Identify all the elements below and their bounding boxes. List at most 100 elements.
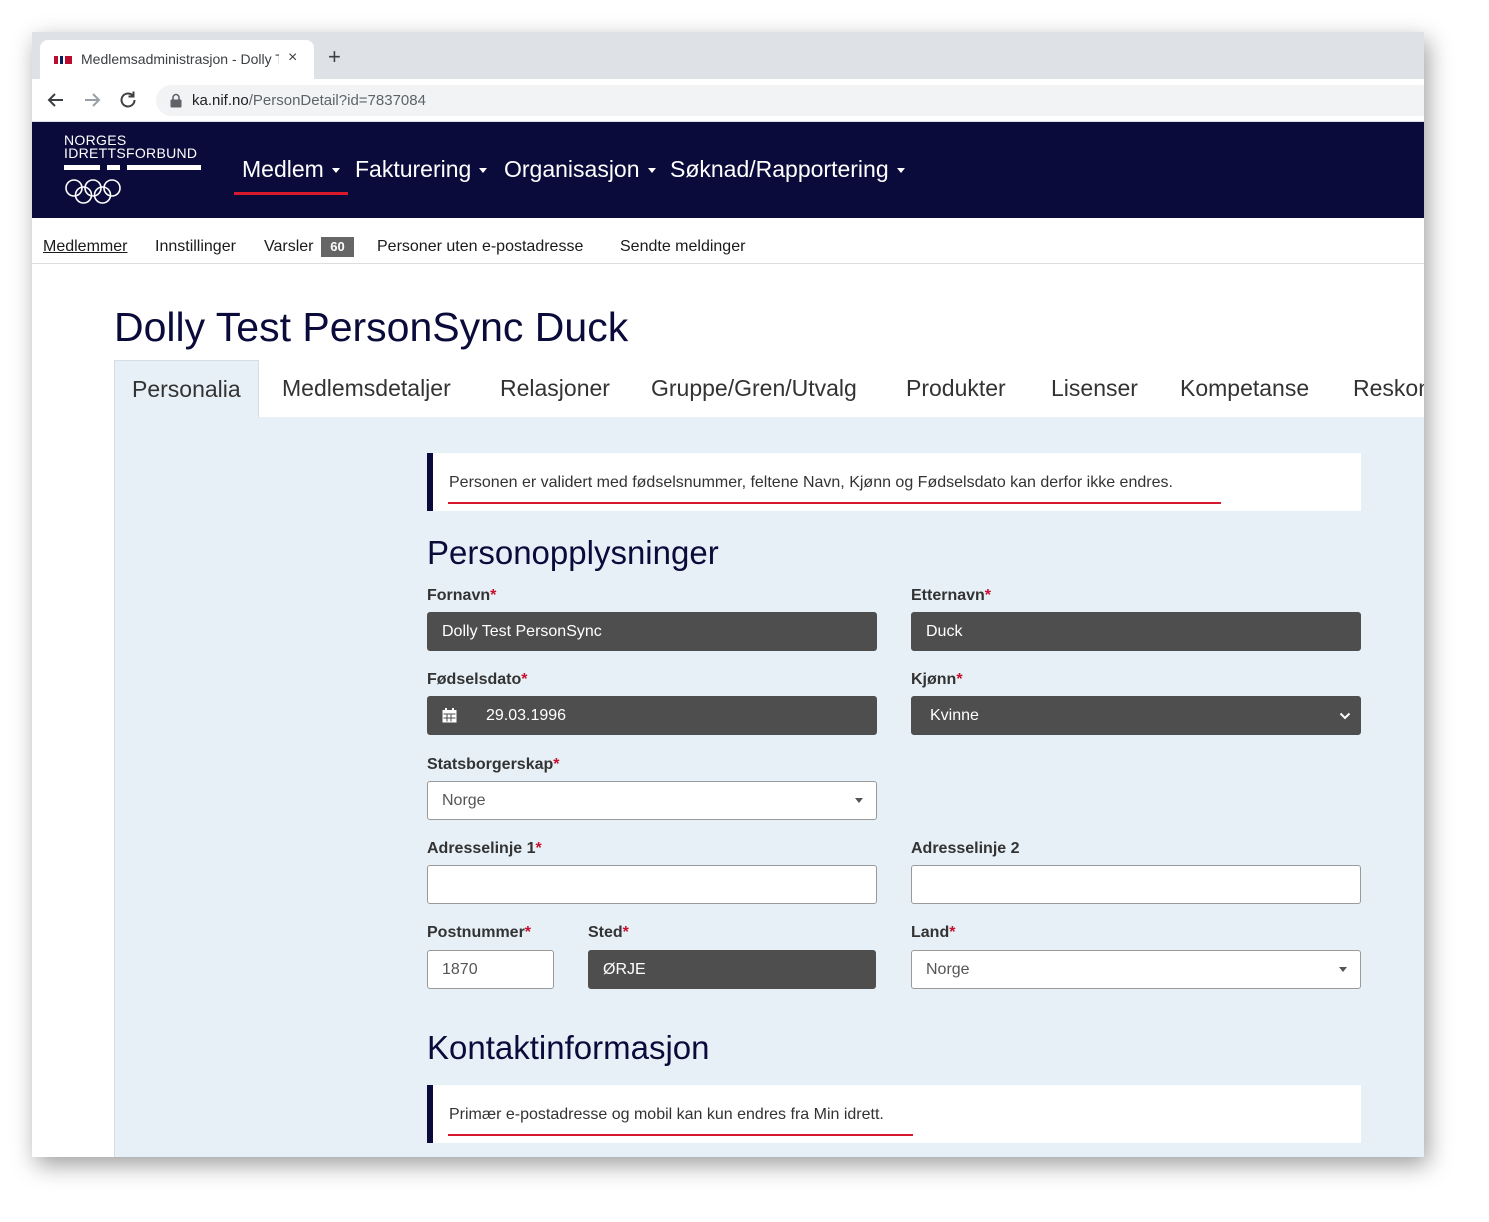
favicon-icon (54, 56, 72, 64)
required-mark: * (949, 924, 956, 941)
forward-arrow-icon[interactable] (80, 88, 104, 112)
nav-soknad-rapportering[interactable]: Søknad/Rapportering (670, 156, 905, 183)
nav-medlem-label: Medlem (242, 156, 324, 182)
statsborgerskap-label: Statsborgerskap* (427, 756, 560, 774)
section-kontaktinformasjon: Kontaktinformasjon (427, 1029, 710, 1066)
nav-fakturering[interactable]: Fakturering (355, 156, 488, 183)
browser-tab[interactable]: Medlemsadministrasjon - Dolly Test × (40, 40, 314, 79)
kjonn-label-text: Kjønn (911, 671, 957, 688)
person-tabs: Personalia Medlemsdetaljer Relasjoner Gr… (114, 360, 1424, 417)
required-mark: * (956, 671, 963, 688)
etternavn-field: Duck (911, 612, 1361, 651)
kjonn-select[interactable]: Kvinne (911, 696, 1361, 735)
fodselsdato-value: 29.03.1996 (486, 707, 567, 724)
postnummer-label: Postnummer* (427, 924, 531, 942)
etternavn-value: Duck (926, 623, 963, 640)
subnav-sendte-meldinger[interactable]: Sendte meldinger (620, 238, 745, 256)
sted-value: ØRJE (603, 961, 646, 978)
back-arrow-icon[interactable] (44, 88, 68, 112)
url-path: /PersonDetail?id=7837084 (248, 92, 426, 109)
browser-tab-strip: Medlemsadministrasjon - Dolly Test × + (32, 32, 1424, 79)
kjonn-label: Kjønn* (911, 671, 963, 689)
close-icon[interactable]: × (288, 49, 297, 67)
nav-soknad-label: Søknad/Rapportering (670, 156, 889, 182)
fodselsdato-label: Fødselsdato* (427, 671, 527, 689)
tab-personalia[interactable]: Personalia (114, 360, 259, 417)
adresse1-input[interactable] (427, 865, 877, 904)
subnav-personer-uten-epost[interactable]: Personer uten e-postadresse (377, 238, 583, 256)
tab-produkter[interactable]: Produkter (906, 360, 1006, 417)
alert-underline (448, 502, 1221, 504)
tab-medlemsdetaljer[interactable]: Medlemsdetaljer (282, 360, 451, 417)
validated-alert-text: Personen er validert med fødselsnummer, … (449, 474, 1173, 491)
postnummer-input[interactable]: 1870 (427, 950, 554, 989)
contact-alert-text: Primær e-postadresse og mobil kan kun en… (449, 1106, 884, 1123)
caret-down-icon (855, 798, 863, 803)
adresse2-label-text: Adresselinje 2 (911, 840, 1020, 857)
varsler-count-badge: 60 (321, 237, 354, 257)
land-label: Land* (911, 924, 955, 942)
contact-alert: Primær e-postadresse og mobil kan kun en… (427, 1085, 1361, 1143)
browser-window: Medlemsadministrasjon - Dolly Test × + k… (32, 32, 1424, 1157)
reload-icon[interactable] (116, 88, 140, 112)
fornavn-field: Dolly Test PersonSync (427, 612, 877, 651)
sub-navigation: Medlemmer Innstillinger Varsler 60 Perso… (32, 218, 1424, 264)
nav-fakturering-label: Fakturering (355, 156, 472, 182)
tab-lisenser[interactable]: Lisenser (1051, 360, 1138, 417)
required-mark: * (535, 840, 542, 857)
personalia-panel: Personen er validert med fødselsnummer, … (114, 417, 1424, 1157)
fornavn-label: Fornavn* (427, 587, 496, 605)
required-mark: * (521, 671, 528, 688)
nav-organisasjon[interactable]: Organisasjon (504, 156, 656, 183)
subnav-medlemmer[interactable]: Medlemmer (43, 238, 127, 256)
validated-alert: Personen er validert med fødselsnummer, … (427, 453, 1361, 511)
fodselsdato-field: 29.03.1996 (427, 696, 877, 735)
tab-reskontro[interactable]: Reskontro (1353, 360, 1424, 417)
required-mark: * (553, 756, 560, 773)
fornavn-value: Dolly Test PersonSync (442, 623, 602, 640)
etternavn-label: Etternavn* (911, 587, 991, 605)
statsborgerskap-label-text: Statsborgerskap (427, 756, 554, 773)
postnummer-value: 1870 (442, 961, 478, 978)
caret-down-icon (1339, 967, 1347, 972)
adresse1-label: Adresselinje 1* (427, 840, 542, 858)
tab-gruppe-gren-utvalg[interactable]: Gruppe/Gren/Utvalg (651, 360, 857, 417)
caret-down-icon (479, 168, 488, 174)
site-header: NORGES IDRETTSFORBUND Medlem Fakturering… (32, 122, 1424, 218)
adresse2-input[interactable] (911, 865, 1361, 904)
tab-kompetanse[interactable]: Kompetanse (1180, 360, 1309, 417)
page-title: Dolly Test PersonSync Duck (114, 304, 629, 350)
kjonn-value: Kvinne (930, 707, 979, 724)
etternavn-label-text: Etternavn (911, 587, 985, 604)
caret-down-icon (896, 168, 905, 174)
land-value: Norge (926, 961, 970, 978)
chevron-down-icon (1339, 712, 1351, 720)
subnav-varsler[interactable]: Varsler (264, 238, 314, 256)
caret-down-icon (331, 168, 340, 174)
required-mark: * (490, 587, 497, 604)
url-host: ka.nif.no (192, 92, 249, 109)
fodselsdato-label-text: Fødselsdato (427, 671, 522, 688)
nif-logo[interactable]: NORGES IDRETTSFORBUND (64, 133, 209, 206)
tab-relasjoner[interactable]: Relasjoner (500, 360, 610, 417)
sted-label: Sted* (588, 924, 629, 942)
olympic-rings-icon (65, 179, 121, 204)
caret-down-icon (647, 168, 656, 174)
required-mark: * (622, 924, 629, 941)
url-text: ka.nif.no/PersonDetail?id=7837084 (192, 92, 426, 109)
active-nav-indicator (234, 192, 348, 195)
lock-icon (170, 93, 182, 108)
nav-medlem[interactable]: Medlem (242, 156, 340, 183)
adresse1-label-text: Adresselinje 1 (427, 840, 536, 857)
calendar-icon (442, 708, 457, 723)
statsborgerskap-value: Norge (442, 792, 486, 809)
new-tab-icon[interactable]: + (328, 46, 341, 68)
address-bar[interactable]: ka.nif.no/PersonDetail?id=7837084 (156, 85, 1424, 116)
logo-line-2: IDRETTSFORBUND (64, 145, 198, 161)
land-select[interactable]: Norge (911, 950, 1361, 989)
adresse2-label: Adresselinje 2 (911, 840, 1020, 858)
nav-organisasjon-label: Organisasjon (504, 156, 640, 182)
subnav-innstillinger[interactable]: Innstillinger (155, 238, 236, 256)
statsborgerskap-select[interactable]: Norge (427, 781, 877, 820)
section-personopplysninger: Personopplysninger (427, 534, 719, 571)
